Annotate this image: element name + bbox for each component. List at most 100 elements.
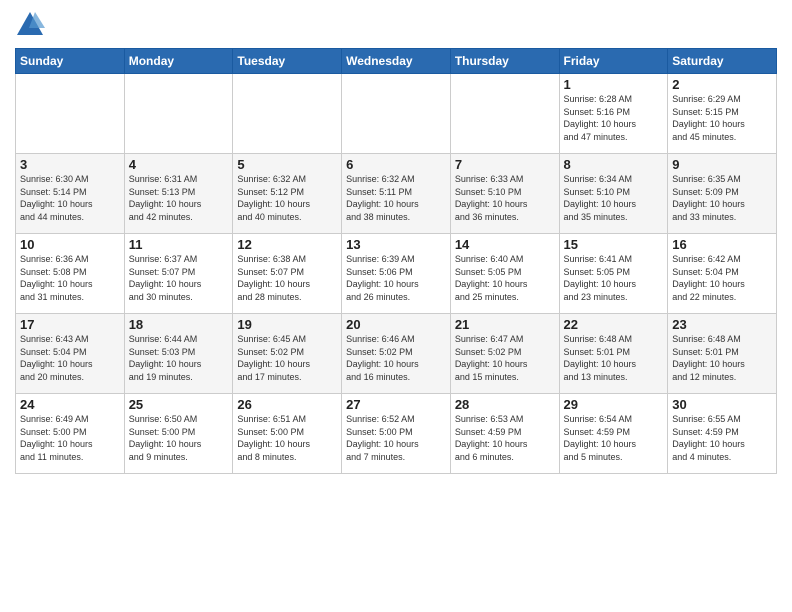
day-info: Sunrise: 6:32 AM Sunset: 5:12 PM Dayligh… [237,173,337,223]
day-number: 21 [455,317,555,332]
weekday-header-monday: Monday [124,49,233,74]
day-number: 17 [20,317,120,332]
day-number: 2 [672,77,772,92]
weekday-header-friday: Friday [559,49,668,74]
day-info: Sunrise: 6:33 AM Sunset: 5:10 PM Dayligh… [455,173,555,223]
day-number: 4 [129,157,229,172]
day-number: 27 [346,397,446,412]
calendar-cell: 11Sunrise: 6:37 AM Sunset: 5:07 PM Dayli… [124,234,233,314]
calendar-cell: 30Sunrise: 6:55 AM Sunset: 4:59 PM Dayli… [668,394,777,474]
day-info: Sunrise: 6:48 AM Sunset: 5:01 PM Dayligh… [672,333,772,383]
weekday-header-tuesday: Tuesday [233,49,342,74]
calendar-cell [450,74,559,154]
day-info: Sunrise: 6:37 AM Sunset: 5:07 PM Dayligh… [129,253,229,303]
day-number: 23 [672,317,772,332]
day-info: Sunrise: 6:32 AM Sunset: 5:11 PM Dayligh… [346,173,446,223]
weekday-header-thursday: Thursday [450,49,559,74]
calendar-week-row: 17Sunrise: 6:43 AM Sunset: 5:04 PM Dayli… [16,314,777,394]
logo [15,10,47,40]
day-number: 1 [564,77,664,92]
calendar-cell [124,74,233,154]
calendar-cell: 1Sunrise: 6:28 AM Sunset: 5:16 PM Daylig… [559,74,668,154]
day-number: 6 [346,157,446,172]
calendar-cell: 22Sunrise: 6:48 AM Sunset: 5:01 PM Dayli… [559,314,668,394]
weekday-header-sunday: Sunday [16,49,125,74]
calendar-cell: 21Sunrise: 6:47 AM Sunset: 5:02 PM Dayli… [450,314,559,394]
calendar-week-row: 3Sunrise: 6:30 AM Sunset: 5:14 PM Daylig… [16,154,777,234]
day-info: Sunrise: 6:30 AM Sunset: 5:14 PM Dayligh… [20,173,120,223]
day-number: 3 [20,157,120,172]
day-number: 24 [20,397,120,412]
calendar-header: SundayMondayTuesdayWednesdayThursdayFrid… [16,49,777,74]
day-number: 25 [129,397,229,412]
calendar-cell: 18Sunrise: 6:44 AM Sunset: 5:03 PM Dayli… [124,314,233,394]
day-number: 9 [672,157,772,172]
calendar-cell: 14Sunrise: 6:40 AM Sunset: 5:05 PM Dayli… [450,234,559,314]
day-number: 16 [672,237,772,252]
day-info: Sunrise: 6:39 AM Sunset: 5:06 PM Dayligh… [346,253,446,303]
page-container: SundayMondayTuesdayWednesdayThursdayFrid… [0,0,792,612]
day-number: 7 [455,157,555,172]
calendar-cell: 24Sunrise: 6:49 AM Sunset: 5:00 PM Dayli… [16,394,125,474]
calendar-cell: 8Sunrise: 6:34 AM Sunset: 5:10 PM Daylig… [559,154,668,234]
calendar-week-row: 1Sunrise: 6:28 AM Sunset: 5:16 PM Daylig… [16,74,777,154]
day-number: 18 [129,317,229,332]
day-number: 20 [346,317,446,332]
day-info: Sunrise: 6:41 AM Sunset: 5:05 PM Dayligh… [564,253,664,303]
calendar-cell: 28Sunrise: 6:53 AM Sunset: 4:59 PM Dayli… [450,394,559,474]
day-number: 12 [237,237,337,252]
weekday-header-saturday: Saturday [668,49,777,74]
weekday-header-wednesday: Wednesday [342,49,451,74]
day-number: 10 [20,237,120,252]
calendar-cell: 26Sunrise: 6:51 AM Sunset: 5:00 PM Dayli… [233,394,342,474]
day-number: 26 [237,397,337,412]
day-info: Sunrise: 6:38 AM Sunset: 5:07 PM Dayligh… [237,253,337,303]
calendar-cell: 9Sunrise: 6:35 AM Sunset: 5:09 PM Daylig… [668,154,777,234]
calendar-cell: 3Sunrise: 6:30 AM Sunset: 5:14 PM Daylig… [16,154,125,234]
day-info: Sunrise: 6:46 AM Sunset: 5:02 PM Dayligh… [346,333,446,383]
day-number: 28 [455,397,555,412]
day-info: Sunrise: 6:34 AM Sunset: 5:10 PM Dayligh… [564,173,664,223]
calendar-cell: 2Sunrise: 6:29 AM Sunset: 5:15 PM Daylig… [668,74,777,154]
day-number: 8 [564,157,664,172]
calendar-cell: 16Sunrise: 6:42 AM Sunset: 5:04 PM Dayli… [668,234,777,314]
day-info: Sunrise: 6:29 AM Sunset: 5:15 PM Dayligh… [672,93,772,143]
calendar-cell: 17Sunrise: 6:43 AM Sunset: 5:04 PM Dayli… [16,314,125,394]
day-number: 30 [672,397,772,412]
day-info: Sunrise: 6:49 AM Sunset: 5:00 PM Dayligh… [20,413,120,463]
day-info: Sunrise: 6:28 AM Sunset: 5:16 PM Dayligh… [564,93,664,143]
day-info: Sunrise: 6:52 AM Sunset: 5:00 PM Dayligh… [346,413,446,463]
day-info: Sunrise: 6:48 AM Sunset: 5:01 PM Dayligh… [564,333,664,383]
day-info: Sunrise: 6:31 AM Sunset: 5:13 PM Dayligh… [129,173,229,223]
calendar-week-row: 10Sunrise: 6:36 AM Sunset: 5:08 PM Dayli… [16,234,777,314]
day-info: Sunrise: 6:54 AM Sunset: 4:59 PM Dayligh… [564,413,664,463]
calendar-cell [233,74,342,154]
day-info: Sunrise: 6:45 AM Sunset: 5:02 PM Dayligh… [237,333,337,383]
calendar-cell [342,74,451,154]
calendar-cell: 27Sunrise: 6:52 AM Sunset: 5:00 PM Dayli… [342,394,451,474]
day-number: 11 [129,237,229,252]
calendar-cell: 12Sunrise: 6:38 AM Sunset: 5:07 PM Dayli… [233,234,342,314]
calendar-cell [16,74,125,154]
calendar-cell: 19Sunrise: 6:45 AM Sunset: 5:02 PM Dayli… [233,314,342,394]
day-info: Sunrise: 6:42 AM Sunset: 5:04 PM Dayligh… [672,253,772,303]
logo-icon [15,10,45,40]
calendar-cell: 25Sunrise: 6:50 AM Sunset: 5:00 PM Dayli… [124,394,233,474]
weekday-row: SundayMondayTuesdayWednesdayThursdayFrid… [16,49,777,74]
day-info: Sunrise: 6:40 AM Sunset: 5:05 PM Dayligh… [455,253,555,303]
day-info: Sunrise: 6:50 AM Sunset: 5:00 PM Dayligh… [129,413,229,463]
calendar-cell: 4Sunrise: 6:31 AM Sunset: 5:13 PM Daylig… [124,154,233,234]
day-number: 15 [564,237,664,252]
calendar-cell: 20Sunrise: 6:46 AM Sunset: 5:02 PM Dayli… [342,314,451,394]
calendar-table: SundayMondayTuesdayWednesdayThursdayFrid… [15,48,777,474]
day-info: Sunrise: 6:44 AM Sunset: 5:03 PM Dayligh… [129,333,229,383]
calendar-cell: 7Sunrise: 6:33 AM Sunset: 5:10 PM Daylig… [450,154,559,234]
day-info: Sunrise: 6:35 AM Sunset: 5:09 PM Dayligh… [672,173,772,223]
day-info: Sunrise: 6:43 AM Sunset: 5:04 PM Dayligh… [20,333,120,383]
day-number: 5 [237,157,337,172]
calendar-cell: 5Sunrise: 6:32 AM Sunset: 5:12 PM Daylig… [233,154,342,234]
calendar-week-row: 24Sunrise: 6:49 AM Sunset: 5:00 PM Dayli… [16,394,777,474]
page-header [15,10,777,40]
day-number: 14 [455,237,555,252]
day-number: 29 [564,397,664,412]
